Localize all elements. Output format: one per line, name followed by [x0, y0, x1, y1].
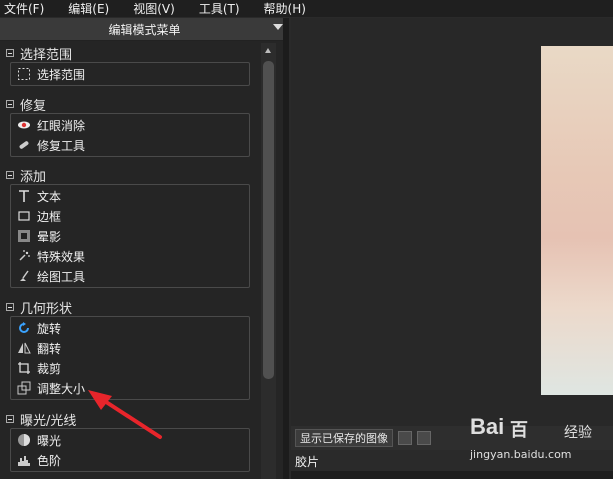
menu-bar: 文件(F) 编辑(E) 视图(V) 工具(T) 帮助(H)	[0, 0, 613, 17]
frame-icon	[17, 209, 31, 223]
section-exposure: 曝光/光线 曝光 色阶	[6, 410, 250, 472]
collapse-minus-icon[interactable]	[6, 100, 14, 108]
section-repair: 修复 红眼消除 修复工具	[6, 95, 250, 157]
show-saved-image-button[interactable]: 显示已保存的图像	[295, 429, 393, 447]
menu-view[interactable]: 视图(V)	[133, 0, 175, 17]
menu-item-red-eye[interactable]: 红眼消除	[11, 115, 249, 135]
actual-size-icon[interactable]	[417, 431, 431, 445]
flip-icon	[17, 341, 31, 355]
section-selection: 选择范围 选择范围	[6, 44, 250, 86]
watermark-brand: Bai	[470, 414, 505, 439]
resize-icon	[17, 381, 31, 395]
menu-item-text[interactable]: 文本	[11, 186, 249, 206]
crop-icon	[17, 361, 31, 375]
section-title-exposure[interactable]: 曝光/光线	[6, 410, 250, 429]
menu-item-crop[interactable]: 裁剪	[11, 358, 249, 378]
menu-tools[interactable]: 工具(T)	[199, 0, 240, 17]
menu-help[interactable]: 帮助(H)	[264, 0, 306, 17]
section-title-selection[interactable]: 选择范围	[6, 44, 250, 63]
section-box: 旋转 翻转 裁剪 调整大小	[10, 316, 250, 400]
baidu-watermark: Bai 百 经验 jingyan.baidu.com	[470, 410, 610, 466]
menu-item-levels[interactable]: 色阶	[11, 450, 249, 470]
bandage-icon	[17, 138, 31, 152]
menu-edit[interactable]: 编辑(E)	[68, 0, 109, 17]
menu-item-frame[interactable]: 边框	[11, 206, 249, 226]
section-title-add[interactable]: 添加	[6, 166, 250, 185]
vignette-icon	[17, 229, 31, 243]
selection-rect-icon	[17, 67, 31, 81]
rotate-icon	[17, 321, 31, 335]
panel-title: 编辑模式菜单	[108, 22, 181, 37]
exposure-icon	[17, 433, 31, 447]
levels-icon	[17, 453, 31, 467]
menu-item-resize[interactable]: 调整大小	[11, 378, 249, 398]
collapse-arrow-icon[interactable]	[273, 24, 283, 30]
panel-splitter[interactable]	[283, 18, 289, 479]
menu-item-flip[interactable]: 翻转	[11, 338, 249, 358]
red-eye-icon	[17, 118, 31, 132]
section-add: 添加 文本 边框 晕影 特殊效果 绘图工具	[6, 166, 250, 288]
edit-menu-panel-header: 编辑模式菜单	[0, 18, 289, 41]
scrollbar-thumb[interactable]	[263, 61, 274, 379]
watermark-url: jingyan.baidu.com	[470, 448, 572, 461]
filmstrip-bar[interactable]	[291, 471, 613, 479]
collapse-minus-icon[interactable]	[6, 49, 14, 57]
menu-item-drawing-tools[interactable]: 绘图工具	[11, 266, 249, 286]
brush-icon	[17, 269, 31, 283]
watermark-brand-cn: 百	[510, 420, 528, 441]
section-box: 红眼消除 修复工具	[10, 113, 250, 157]
menu-item-select-range[interactable]: 选择范围	[11, 64, 249, 84]
collapse-minus-icon[interactable]	[6, 415, 14, 423]
scroll-up-arrow-icon[interactable]	[265, 48, 271, 53]
section-box: 曝光 色阶	[10, 428, 250, 472]
menu-item-special-effects[interactable]: 特殊效果	[11, 246, 249, 266]
filmstrip-label: 胶片	[295, 454, 320, 469]
menu-item-exposure[interactable]: 曝光	[11, 430, 249, 450]
watermark-cn: 经验	[564, 425, 592, 441]
collapse-minus-icon[interactable]	[6, 171, 14, 179]
section-title-repair[interactable]: 修复	[6, 95, 250, 114]
photo-preview	[541, 46, 613, 395]
menu-item-repair-tool[interactable]: 修复工具	[11, 135, 249, 155]
section-title-geometry[interactable]: 几何形状	[6, 298, 250, 317]
section-box: 文本 边框 晕影 特殊效果 绘图工具	[10, 184, 250, 288]
menu-item-vignette[interactable]: 晕影	[11, 226, 249, 246]
menu-item-rotate[interactable]: 旋转	[11, 318, 249, 338]
sparkle-icon	[17, 249, 31, 263]
section-geometry: 几何形状 旋转 翻转 裁剪 调整大小	[6, 298, 250, 400]
text-icon	[17, 189, 31, 203]
section-box: 选择范围	[10, 62, 250, 86]
menu-file[interactable]: 文件(F)	[4, 0, 44, 17]
fit-view-icon[interactable]	[398, 431, 412, 445]
collapse-minus-icon[interactable]	[6, 303, 14, 311]
panel-scrollbar[interactable]	[261, 43, 276, 479]
